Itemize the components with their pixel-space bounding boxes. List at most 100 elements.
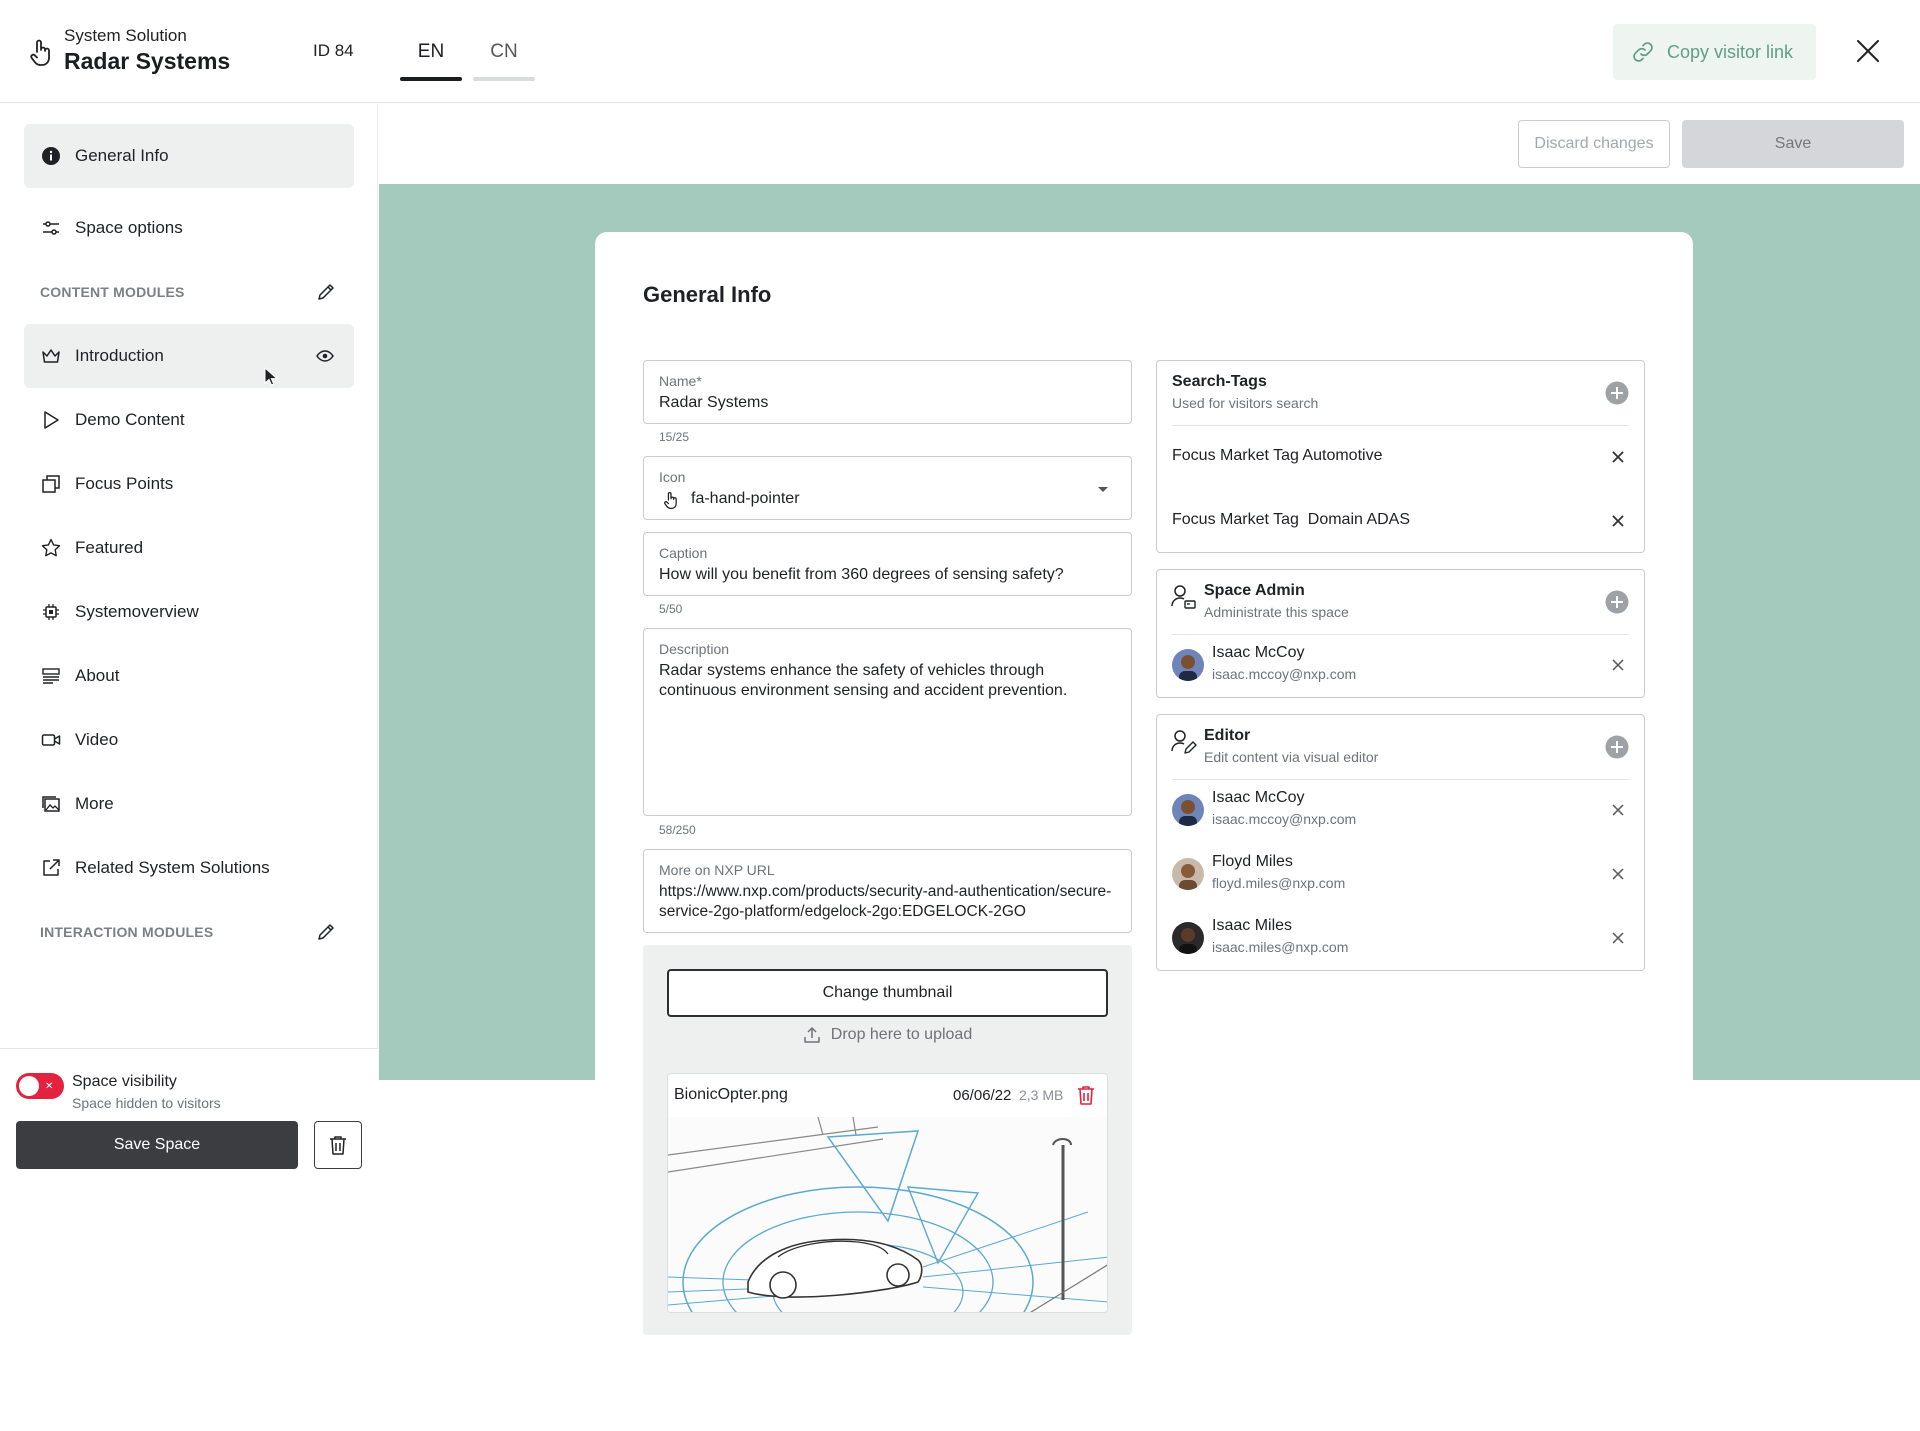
sidebar-item-more[interactable]: More	[24, 772, 354, 836]
section-title: General Info	[643, 282, 772, 307]
sidebar-item-video[interactable]: Video	[24, 708, 354, 772]
add-tag-icon[interactable]	[1605, 381, 1629, 405]
tab-label: EN	[417, 41, 445, 62]
images-icon	[42, 796, 60, 812]
hand-pointer-icon	[30, 39, 50, 66]
caption-counter: 5/50	[659, 602, 683, 616]
sidebar: General Info Space options CONTENT MODUL…	[0, 104, 378, 1184]
remove-person-icon[interactable]	[1611, 867, 1625, 881]
person-email: isaac.mccoy@nxp.com	[1212, 666, 1357, 682]
sidebar-item-focus-points[interactable]: Focus Points	[24, 452, 354, 516]
sidebar-item-related-system-solutions[interactable]: Related System Solutions	[24, 836, 354, 900]
tab-language-en[interactable]: EN	[400, 41, 462, 81]
change-thumbnail-button[interactable]: Change thumbnail	[667, 969, 1108, 1017]
caret-down-icon	[1098, 487, 1108, 492]
remove-tag-icon[interactable]	[1611, 514, 1625, 528]
space-id: ID 84	[313, 41, 354, 60]
avatar	[1172, 649, 1204, 681]
eye-slash-icon: ✕	[45, 1081, 54, 1092]
remove-person-icon[interactable]	[1611, 931, 1625, 945]
remove-person-icon[interactable]	[1611, 658, 1625, 672]
save-button[interactable]: Save	[1682, 120, 1904, 168]
sidebar-item-general-info[interactable]: General Info	[24, 124, 354, 188]
caption-input[interactable]: How will you benefit from 360 degrees of…	[659, 565, 1117, 585]
icon-select[interactable]: Icon fa-hand-pointer	[643, 456, 1132, 520]
thumbnail-file-card: BionicOpter.png 06/06/22 2,3 MB	[667, 1073, 1108, 1313]
space-visibility-title: Space visibility	[72, 1073, 177, 1090]
sidebar-item-about[interactable]: About	[24, 644, 354, 708]
divider	[1172, 425, 1629, 426]
sidebar-item-space-options[interactable]: Space options	[24, 196, 354, 260]
remove-person-icon[interactable]	[1611, 803, 1625, 817]
external-link-icon	[43, 859, 60, 876]
sidebar-item-label: Demo Content	[75, 410, 185, 429]
caption-field[interactable]: Caption How will you benefit from 360 de…	[643, 532, 1132, 596]
link-icon	[1633, 42, 1653, 62]
sidebar-item-introduction[interactable]: Introduction	[24, 324, 354, 388]
tab-language-cn[interactable]: CN	[473, 41, 535, 81]
toggle-knob	[19, 1076, 39, 1096]
app-header: System Solution Radar Systems ID 84 EN C…	[0, 0, 1920, 103]
save-space-button[interactable]: Save Space	[16, 1121, 298, 1169]
sidebar-item-featured[interactable]: Featured	[24, 516, 354, 580]
field-label: Caption	[659, 545, 708, 561]
person-name: Isaac McCoy	[1212, 644, 1305, 661]
description-textarea[interactable]: Radar systems enhance the safety of vehi…	[659, 661, 1117, 701]
delete-space-button[interactable]	[314, 1121, 362, 1169]
description-counter: 58/250	[659, 823, 696, 837]
text-lines-icon	[42, 668, 60, 684]
discard-changes-button[interactable]: Discard changes	[1518, 120, 1670, 168]
remove-tag-icon[interactable]	[1611, 450, 1625, 464]
sidebar-item-label: Related System Solutions	[75, 858, 270, 877]
search-tag-item: Focus Market Tag Automotive	[1172, 447, 1383, 464]
panel-title: Search-Tags	[1172, 373, 1267, 390]
add-editor-icon[interactable]	[1605, 735, 1629, 759]
thumbnail-image	[668, 1117, 1107, 1312]
pencil-icon[interactable]	[316, 922, 336, 942]
person-email: isaac.mccoy@nxp.com	[1212, 811, 1357, 827]
pencil-icon[interactable]	[316, 282, 336, 302]
sidebar-item-demo-content[interactable]: Demo Content	[24, 388, 354, 452]
sidebar-item-systemoverview[interactable]: Systemoverview	[24, 580, 354, 644]
sidebar-item-label: More	[75, 794, 114, 813]
sidebar-item-label: Space options	[75, 218, 183, 237]
section-title-interaction-modules: INTERACTION MODULES	[40, 924, 214, 940]
info-circle-icon	[42, 147, 60, 165]
nxp-url-field[interactable]: More on NXP URL https://www.nxp.com/prod…	[643, 849, 1132, 933]
search-tag-item: Focus Market Tag Domain ADAS	[1172, 511, 1411, 528]
nxp-url-input[interactable]: https://www.nxp.com/products/security-an…	[659, 882, 1117, 922]
upload-icon	[804, 1027, 820, 1043]
eye-icon[interactable]	[316, 348, 334, 364]
tab-underline	[473, 77, 535, 81]
person-item: Isaac Miles isaac.miles@nxp.com	[1172, 913, 1629, 965]
sidebar-item-label: Focus Points	[75, 474, 174, 493]
person-item: Isaac McCoy isaac.mccoy@nxp.com	[1172, 785, 1629, 837]
editor-panel: Editor Edit content via visual editor Is…	[1156, 714, 1645, 971]
copy-visitor-link-button[interactable]: Copy visitor link	[1613, 24, 1816, 80]
avatar	[1172, 922, 1204, 954]
close-icon[interactable]	[1853, 36, 1883, 66]
person-email: isaac.miles@nxp.com	[1212, 939, 1349, 955]
name-input[interactable]: Radar Systems	[659, 393, 1117, 413]
panel-subtitle: Administrate this space	[1204, 604, 1349, 620]
chip-icon	[43, 604, 59, 620]
person-name: Isaac McCoy	[1212, 789, 1305, 806]
file-date: 06/06/22	[953, 1087, 1012, 1104]
section-title-content-modules: CONTENT MODULES	[40, 284, 185, 300]
page-subtitle: System Solution	[64, 26, 187, 45]
name-field[interactable]: Name* Radar Systems	[643, 360, 1132, 424]
sidebar-item-label: Featured	[75, 538, 144, 557]
space-visibility-toggle[interactable]: ✕	[16, 1073, 64, 1099]
person-name: Floyd Miles	[1212, 853, 1293, 870]
icon-value: fa-hand-pointer	[691, 490, 800, 507]
space-admin-panel: Space Admin Administrate this space Isaa…	[1156, 569, 1645, 698]
drop-upload-hint: Drop here to upload	[667, 1026, 1108, 1044]
trash-icon[interactable]	[1077, 1085, 1095, 1105]
add-admin-icon[interactable]	[1605, 590, 1629, 614]
description-field[interactable]: Description Radar systems enhance the sa…	[643, 628, 1132, 816]
video-icon	[41, 734, 61, 746]
sidebar-item-label: Video	[75, 730, 119, 749]
field-label: Icon	[659, 469, 686, 485]
crown-icon	[42, 349, 60, 363]
mouse-cursor-icon	[264, 367, 278, 386]
